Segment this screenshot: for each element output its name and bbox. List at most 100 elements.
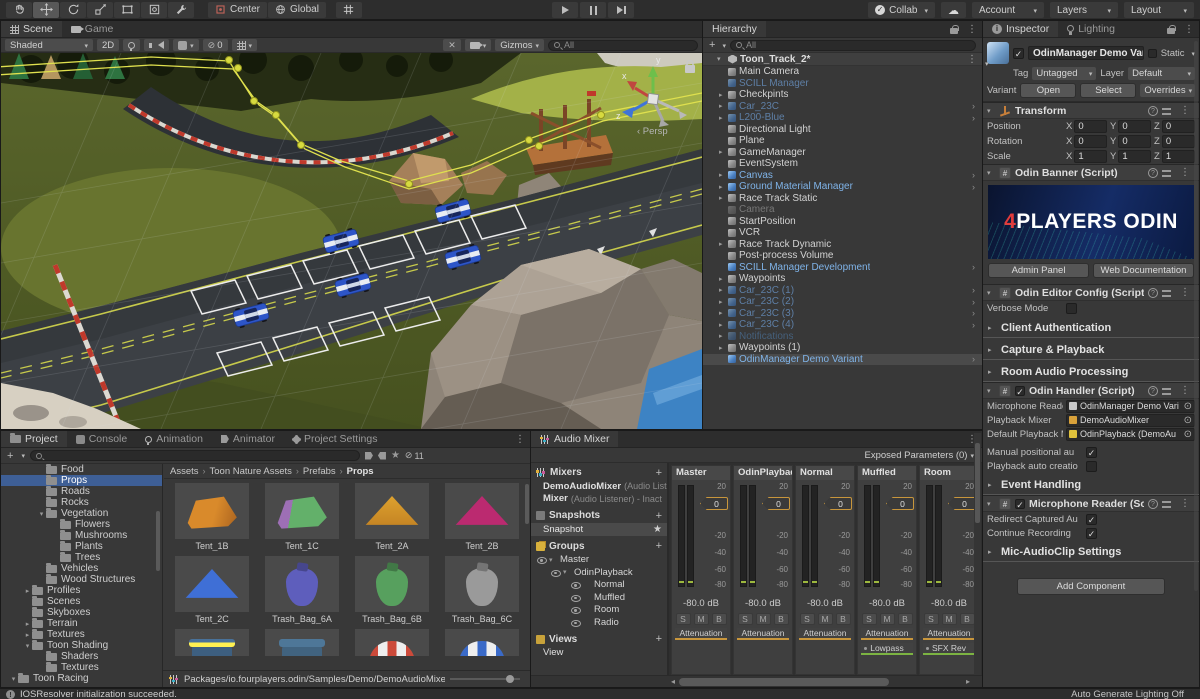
- pause-button[interactable]: [580, 2, 606, 18]
- effect-slot[interactable]: SFX Rev: [923, 643, 975, 655]
- hierarchy-item[interactable]: Plane: [703, 135, 982, 147]
- attenuation-effect-slot[interactable]: Attenuation: [737, 628, 789, 640]
- create-dropdown-icon[interactable]: [18, 450, 25, 461]
- toggle-checkbox[interactable]: ✓: [1086, 447, 1097, 458]
- foldout-arrow-icon[interactable]: ▸: [719, 344, 728, 352]
- asset-item[interactable]: Tent_2B: [438, 483, 526, 551]
- folder-row[interactable]: Skyboxes: [1, 607, 162, 618]
- cloud-button[interactable]: ☁: [941, 2, 966, 18]
- tab-project-settings[interactable]: Project Settings: [284, 431, 387, 447]
- asset-item[interactable]: [348, 629, 436, 656]
- foldout-arrow-icon[interactable]: ▾: [23, 642, 32, 650]
- object-field[interactable]: DemoAudioMixer: [1066, 414, 1195, 427]
- label-icon[interactable]: [378, 452, 386, 460]
- thumbnail-zoom-slider[interactable]: [450, 678, 520, 680]
- object-picker-icon[interactable]: [1184, 401, 1192, 412]
- object-field[interactable]: OdinManager Demo Vari: [1066, 400, 1195, 413]
- folder-row[interactable]: ▸ Profiles: [1, 585, 162, 596]
- help-icon[interactable]: [1148, 106, 1158, 116]
- mixer-channel[interactable]: OdinPlayback 20 0 -20 -40 -60 -80 -80.0 …: [733, 465, 793, 675]
- hierarchy-item[interactable]: Camera: [703, 204, 982, 216]
- mixer-row[interactable]: Mixer (Audio Listener) - Inact: [531, 493, 667, 506]
- folder-row[interactable]: Scenes: [1, 596, 162, 607]
- tab-animation[interactable]: Animation: [136, 431, 212, 447]
- foldout-arrow-icon[interactable]: ▾: [9, 675, 18, 683]
- prefab-open-button[interactable]: Open: [1020, 83, 1076, 98]
- favorites-star-icon[interactable]: ★: [391, 450, 400, 461]
- volume-fader[interactable]: 0: [700, 497, 728, 510]
- foldout-arrow-icon[interactable]: ▾: [987, 107, 995, 115]
- gizmos-dropdown[interactable]: Gizmos: [495, 39, 544, 51]
- hierarchy-item[interactable]: OdinManager Demo Variant ›: [703, 354, 982, 366]
- volume-fader[interactable]: 0: [948, 497, 976, 510]
- panel-menu-icon[interactable]: [962, 21, 982, 37]
- component-menu-icon[interactable]: [1175, 105, 1195, 116]
- mixer-vertical-scrollbar[interactable]: [974, 433, 981, 685]
- snapshot-row[interactable]: Snapshot: [531, 523, 667, 536]
- foldout-arrow-icon[interactable]: ▸: [719, 194, 728, 202]
- bypass-button[interactable]: B: [960, 613, 975, 625]
- folder-row[interactable]: Roads: [1, 486, 162, 497]
- foldout-arrow-icon[interactable]: ▾: [37, 510, 46, 518]
- rect-tool-button[interactable]: [114, 2, 140, 18]
- mute-button[interactable]: M: [942, 613, 957, 625]
- scene-tools-button[interactable]: ✕: [443, 39, 461, 51]
- asset-item[interactable]: [438, 629, 526, 656]
- foldout-arrow-icon[interactable]: ▾: [717, 55, 725, 63]
- config-foldout[interactable]: ▸ Room Audio Processing: [983, 363, 1199, 382]
- hierarchy-item[interactable]: ▸ Waypoints (1): [703, 342, 982, 354]
- mixer-channel[interactable]: Muffled 20 0 -20 -40 -60 -80 -80.0 dB: [857, 465, 917, 675]
- hierarchy-search-input[interactable]: All: [730, 40, 976, 51]
- volume-fader[interactable]: 0: [824, 497, 852, 510]
- prefab-chevron-icon[interactable]: ›: [972, 308, 982, 318]
- mute-button[interactable]: M: [818, 613, 833, 625]
- eye-icon[interactable]: [551, 568, 560, 577]
- breadcrumb-item[interactable]: Prefabs: [303, 466, 336, 477]
- bypass-button[interactable]: B: [774, 613, 789, 625]
- foldout-arrow-icon[interactable]: ▸: [719, 286, 728, 294]
- hierarchy-item[interactable]: ▸ Waypoints: [703, 273, 982, 285]
- create-asset-button[interactable]: [7, 450, 13, 462]
- component-menu-icon[interactable]: [1175, 287, 1195, 298]
- mic-audioclip-foldout[interactable]: ▸ Mic-AudioClip Settings: [983, 543, 1199, 562]
- prefab-chevron-icon[interactable]: ›: [972, 354, 982, 364]
- eye-icon[interactable]: [537, 555, 546, 564]
- tag-dropdown[interactable]: Untagged: [1032, 67, 1096, 80]
- prefab-chevron-icon[interactable]: ›: [972, 113, 982, 123]
- foldout-arrow-icon[interactable]: ▾: [987, 387, 995, 395]
- exposed-parameters-dropdown[interactable]: Exposed Parameters (0): [865, 450, 968, 461]
- gameobject-name-field[interactable]: OdinManager Demo Variant: [1028, 46, 1144, 60]
- step-button[interactable]: [608, 2, 634, 18]
- folder-row[interactable]: ▾ Toon Racing: [1, 673, 162, 684]
- toggle-checkbox[interactable]: [1086, 461, 1097, 472]
- folder-row[interactable]: ▸ Textures: [1, 629, 162, 640]
- prefab-chevron-icon[interactable]: ›: [972, 285, 982, 295]
- foldout-arrow-icon[interactable]: ▸: [23, 587, 32, 595]
- mute-button[interactable]: M: [756, 613, 771, 625]
- foldout-arrow-icon[interactable]: ▾: [987, 500, 995, 508]
- folder-row[interactable]: Wood Structures: [1, 574, 162, 585]
- lock-icon[interactable]: [1167, 25, 1175, 34]
- config-foldout[interactable]: ▸ Capture & Playback: [983, 341, 1199, 360]
- scene-viewport[interactable]: y x z ‹ Persp: [1, 53, 702, 429]
- foldout-arrow-icon[interactable]: ▸: [719, 148, 728, 156]
- solo-button[interactable]: S: [800, 613, 815, 625]
- hierarchy-item[interactable]: Main Camera: [703, 66, 982, 78]
- eye-icon[interactable]: [571, 580, 580, 589]
- mixer-horizontal-scrollbar[interactable]: ◂ ▸: [531, 675, 982, 687]
- tab-console[interactable]: Console: [67, 431, 137, 447]
- custom-tool-button[interactable]: [168, 2, 194, 18]
- component-enabled-checkbox[interactable]: ✓: [1015, 386, 1025, 396]
- filter-type-icon[interactable]: [365, 452, 373, 460]
- foldout-arrow-icon[interactable]: ▸: [719, 91, 728, 99]
- object-field[interactable]: OdinPlayback (DemoAu: [1066, 428, 1195, 441]
- solo-button[interactable]: S: [738, 613, 753, 625]
- hierarchy-item[interactable]: Post-process Volume: [703, 250, 982, 262]
- asset-item[interactable]: [168, 629, 256, 656]
- add-snapshot-button[interactable]: [656, 510, 662, 522]
- component-enabled-checkbox[interactable]: ✓: [1015, 499, 1025, 509]
- group-row[interactable]: Muffled: [531, 591, 667, 604]
- play-button[interactable]: [552, 2, 578, 18]
- y-field[interactable]: 1: [1118, 150, 1151, 163]
- solo-button[interactable]: S: [862, 613, 877, 625]
